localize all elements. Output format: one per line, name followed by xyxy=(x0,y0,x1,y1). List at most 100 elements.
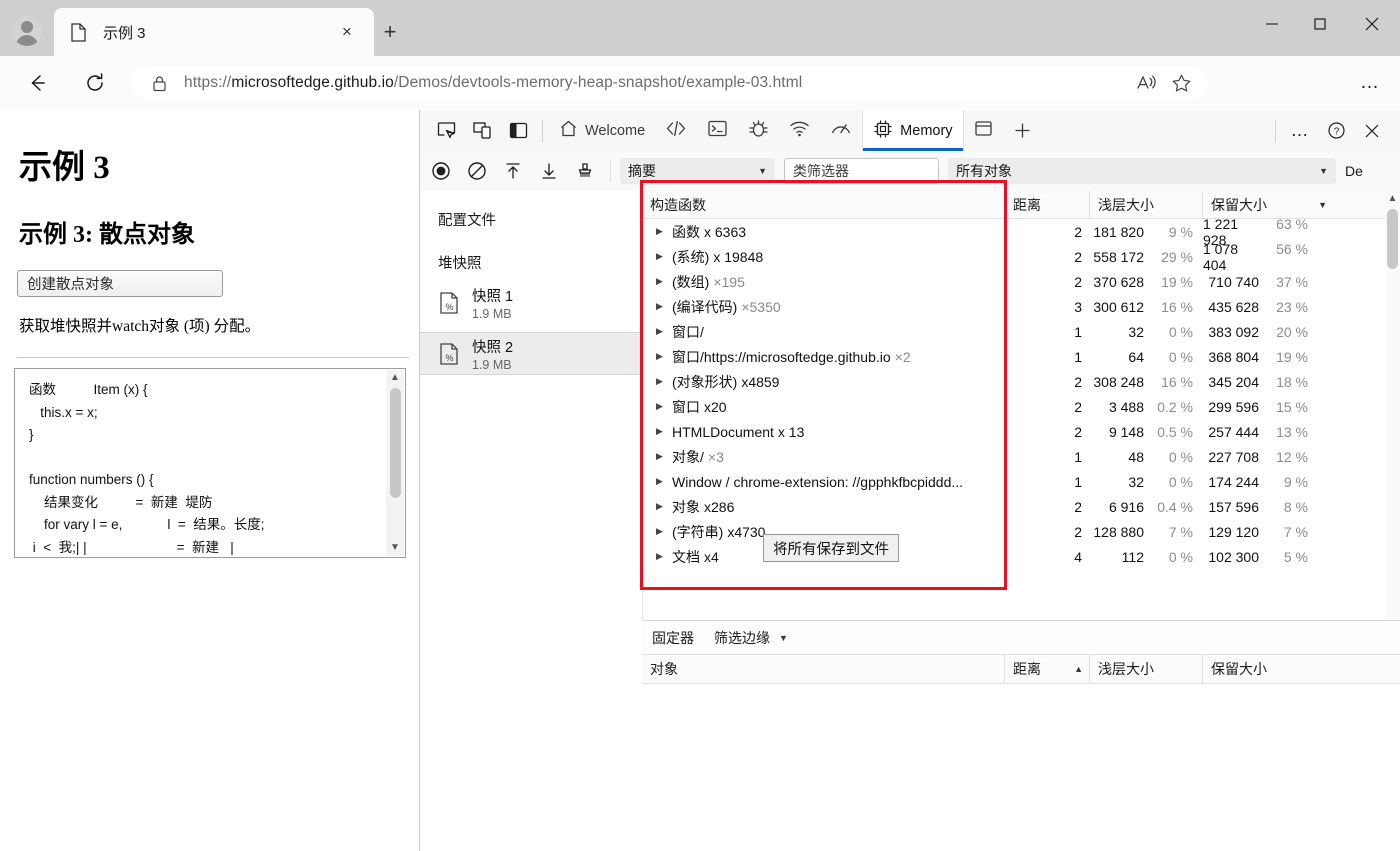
class-filter-input[interactable]: 类筛选器 xyxy=(784,158,939,184)
tab-elements[interactable] xyxy=(655,110,697,151)
devtools-close-icon[interactable] xyxy=(1354,113,1390,149)
shallow-size-percent: 0.5 % xyxy=(1157,423,1193,440)
view-select[interactable]: 摘要 ▼ xyxy=(620,158,775,184)
browser-settings-icon[interactable]: … xyxy=(1354,68,1386,98)
scrollbar-thumb[interactable] xyxy=(389,388,401,498)
column-header-retained-size[interactable]: 保留大小 ▼ xyxy=(1203,191,1333,218)
filter-edges-dropdown[interactable]: 筛选边缘 ▼ xyxy=(714,628,788,648)
snapshot-item[interactable]: % 快照 2 1.9 MB xyxy=(420,332,642,375)
table-row[interactable]: ▶ 窗口/https://microsoftedge.github.io ×2 1 64… xyxy=(642,344,1400,369)
save-down-icon[interactable] xyxy=(534,156,564,186)
clear-icon[interactable] xyxy=(462,156,492,186)
help-icon[interactable]: ? xyxy=(1318,113,1354,149)
create-scatter-objects-button[interactable]: 创建散点对象 xyxy=(17,270,223,297)
tab-memory[interactable]: Memory xyxy=(862,110,964,151)
retained-size-value: 102 300 xyxy=(1208,548,1259,565)
table-row[interactable]: ▶ Window / chrome-extension: //gpphkfbcpi… xyxy=(642,469,1400,494)
table-row[interactable]: ▶ 文档 x4 4 112 0 % 102 300 5 % xyxy=(642,544,1400,569)
expand-triangle-icon[interactable]: ▶ xyxy=(656,376,668,387)
collect-garbage-icon[interactable] xyxy=(570,156,600,186)
expand-triangle-icon[interactable]: ▶ xyxy=(656,226,668,237)
column-header-retained-size[interactable]: 保留大小 xyxy=(1203,655,1348,683)
table-row[interactable]: ▶ (数组) ×195 2 370 628 19 % 710 740 37 % xyxy=(642,269,1400,294)
tab-performance[interactable] xyxy=(820,110,862,151)
dock-side-icon[interactable] xyxy=(500,113,536,149)
table-row[interactable]: ▶ (字符串) x4730 2 128 880 7 % 129 120 7 % xyxy=(642,519,1400,544)
expand-triangle-icon[interactable]: ▶ xyxy=(656,351,668,362)
constructor-name: (数组) xyxy=(672,273,710,290)
objects-select[interactable]: 所有对象 ▼ xyxy=(948,158,1336,184)
snapshot-item[interactable]: % 快照 1 1.9 MB xyxy=(420,281,642,324)
tab-application[interactable] xyxy=(964,110,1003,151)
address-bar[interactable]: https://microsoftedge.github.io/Demos/de… xyxy=(132,66,1208,100)
column-header-shallow-size[interactable]: 浅层大小 xyxy=(1090,191,1203,218)
expand-triangle-icon[interactable]: ▶ xyxy=(656,501,668,512)
table-row[interactable]: ▶ 窗口 x20 2 3 488 0.2 % 299 596 15 % xyxy=(642,394,1400,419)
table-row[interactable]: ▶ (编译代码) ×5350 3 300 612 16 % 435 628 23 % xyxy=(642,294,1400,319)
more-tabs-plus-icon[interactable] xyxy=(1003,110,1042,151)
minimize-icon[interactable] xyxy=(1248,0,1296,48)
expand-triangle-icon[interactable]: ▶ xyxy=(656,251,668,262)
view-select-value: 摘要 xyxy=(628,163,656,179)
expand-triangle-icon[interactable]: ▶ xyxy=(656,401,668,412)
retainers-toolbar: 固定器 筛选边缘 ▼ xyxy=(642,621,1400,654)
column-header-distance[interactable]: 距离 xyxy=(1005,191,1090,218)
inspect-icon[interactable] xyxy=(428,113,464,149)
devtools-panel: Welcome Memory … ? 摘要 ▼ 类筛选器 所有对象 ▼ De 配… xyxy=(420,110,1400,851)
devtools-tabbar-actions: … ? xyxy=(1269,113,1400,149)
scroll-up-icon[interactable]: ▲ xyxy=(390,370,400,386)
constructor-count: x4 xyxy=(704,548,719,565)
table-row[interactable]: ▶ 对象 x286 2 6 916 0.4 % 157 596 8 % xyxy=(642,494,1400,519)
scroll-down-icon[interactable]: ▼ xyxy=(390,540,400,556)
table-row[interactable]: ▶ HTMLDocument x 13 2 9 148 0.5 % 257 444 13 % xyxy=(642,419,1400,444)
retained-size-value: 227 708 xyxy=(1208,448,1259,465)
maximize-icon[interactable] xyxy=(1296,0,1344,48)
read-aloud-icon[interactable] xyxy=(1130,68,1164,98)
device-emulation-icon[interactable] xyxy=(464,113,500,149)
expand-triangle-icon[interactable]: ▶ xyxy=(656,476,668,487)
retained-size-percent: 9 % xyxy=(1283,473,1308,490)
expand-triangle-icon[interactable]: ▶ xyxy=(656,526,668,537)
cell-retained-size: 102 300 5 % xyxy=(1203,549,1318,565)
expand-triangle-icon[interactable]: ▶ xyxy=(656,451,668,462)
expand-triangle-icon[interactable]: ▶ xyxy=(656,551,668,562)
devtools-more-icon[interactable]: … xyxy=(1282,113,1318,149)
tab-console[interactable] xyxy=(697,110,738,151)
memory-toolbar: 摘要 ▼ 类筛选器 所有对象 ▼ De xyxy=(420,151,1400,192)
close-icon[interactable]: × xyxy=(332,17,362,47)
tab-network[interactable] xyxy=(779,110,820,151)
column-header-distance[interactable]: 距离 ▲ xyxy=(1005,655,1090,683)
new-tab-button[interactable]: + xyxy=(374,16,406,48)
column-header-constructor[interactable]: 构造函数 xyxy=(642,191,1005,218)
tab-welcome[interactable]: Welcome xyxy=(549,110,655,151)
reload-icon[interactable] xyxy=(78,66,112,100)
expand-triangle-icon[interactable]: ▶ xyxy=(656,276,668,287)
constructor-count: ×195 xyxy=(713,273,745,290)
table-row[interactable]: ▶ 窗口/1 32 0 % 383 092 20 % xyxy=(642,319,1400,344)
table-row[interactable]: ▶ 对象/×3 1 48 0 % 227 708 12 % xyxy=(642,444,1400,469)
record-icon[interactable] xyxy=(426,156,456,186)
scrollbar-thumb[interactable] xyxy=(1387,209,1398,269)
code-scrollbar[interactable]: ▲ ▼ xyxy=(386,370,404,556)
profile-button[interactable] xyxy=(0,6,54,56)
load-up-icon[interactable] xyxy=(498,156,528,186)
url-text: https://microsoftedge.github.io/Demos/de… xyxy=(184,74,803,91)
table-row[interactable]: ▶ (系统) x 19848 2 558 172 29 % 1 078 404 56 % xyxy=(642,241,1400,273)
expand-triangle-icon[interactable]: ▶ xyxy=(656,426,668,437)
expand-triangle-icon[interactable]: ▶ xyxy=(656,301,668,312)
scroll-up-icon[interactable]: ▲ xyxy=(1388,191,1398,207)
chevron-down-icon: ▼ xyxy=(779,632,788,643)
window-close-icon[interactable] xyxy=(1344,0,1400,48)
retained-size-value: 368 804 xyxy=(1208,348,1259,365)
divider xyxy=(1275,119,1276,142)
star-icon[interactable] xyxy=(1164,68,1198,98)
browser-tab[interactable]: 示例 3 × xyxy=(54,8,374,56)
column-header-shallow-size[interactable]: 浅层大小 xyxy=(1090,655,1203,683)
back-icon[interactable] xyxy=(20,66,54,100)
table-row[interactable]: ▶ (对象形状) x4859 2 308 248 16 % 345 204 18 % xyxy=(642,369,1400,394)
expand-triangle-icon[interactable]: ▶ xyxy=(656,326,668,337)
shallow-size-percent: 0 % xyxy=(1168,473,1193,490)
column-header-object[interactable]: 对象 xyxy=(642,655,1005,683)
tab-sources[interactable] xyxy=(738,110,779,151)
cell-distance: 2 xyxy=(1074,498,1082,515)
